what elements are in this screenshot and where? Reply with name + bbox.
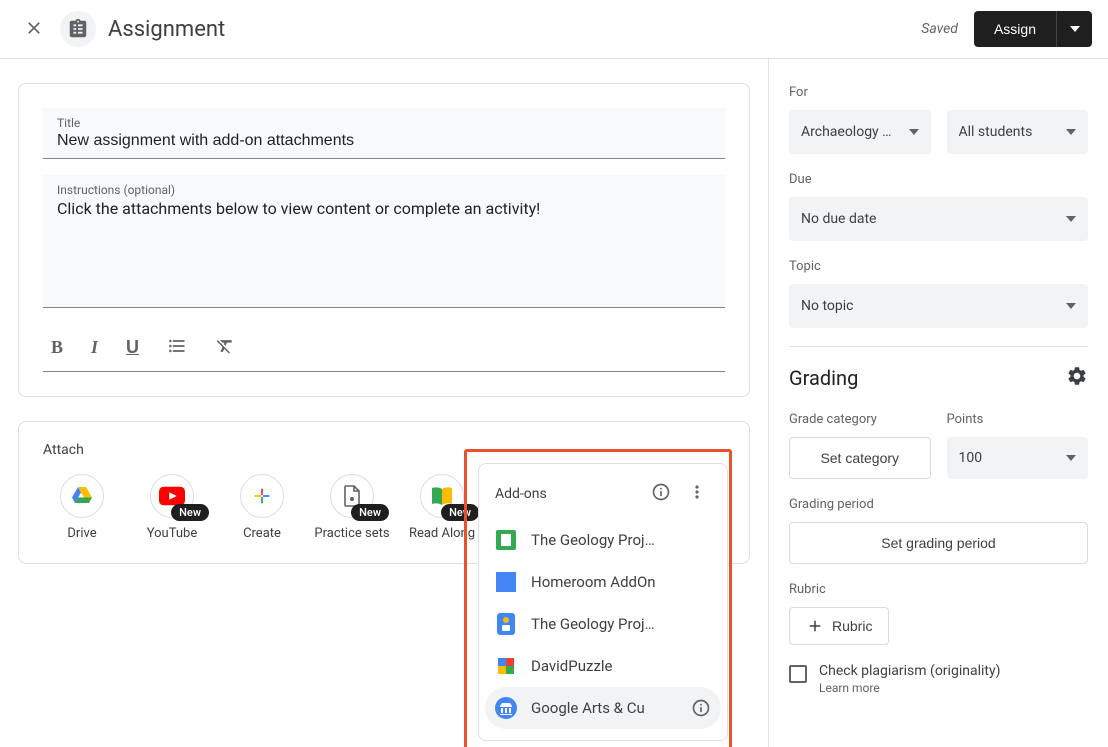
list-button[interactable] [163,332,191,363]
instructions-input[interactable]: Click the attachments below to view cont… [57,199,711,299]
addon-item[interactable]: Homeroom AddOn [479,561,727,603]
more-vert-icon [687,482,707,502]
attach-youtube[interactable]: New YouTube [133,474,211,543]
grading-period-label: Grading period [789,497,1088,512]
addon-icon [495,571,517,593]
addons-heading: Add-ons [495,486,639,502]
set-grading-period-button[interactable]: Set grading period [789,522,1088,564]
instructions-field[interactable]: Instructions (optional) Click the attach… [43,175,725,308]
addon-item[interactable]: Google Arts & Cu [485,687,721,729]
for-label: For [789,85,1088,100]
title-input[interactable] [57,132,711,150]
close-button[interactable] [16,10,52,49]
plagiarism-checkbox[interactable] [789,665,807,683]
topic-label: Topic [789,259,1088,274]
class-select[interactable]: Archaeology … [789,110,931,154]
grading-settings-button[interactable] [1066,365,1088,390]
clear-format-icon [215,336,235,356]
header: Assignment Saved Assign [0,0,1108,59]
new-badge: New [441,504,479,521]
caret-down-icon [909,127,919,137]
assign-dropdown-button[interactable] [1056,11,1092,47]
attach-drive[interactable]: Drive [43,474,121,543]
rubric-label: Rubric [789,582,1088,597]
addon-item[interactable]: DavidPuzzle [479,645,727,687]
addons-more-button[interactable] [683,478,711,509]
italic-icon: I [91,337,98,357]
plagiarism-label: Check plagiarism (originality) [819,663,1000,679]
youtube-icon [159,486,185,506]
caret-down-icon [1066,214,1076,224]
bold-button[interactable]: B [47,332,67,363]
bullet-list-icon [167,336,187,356]
saved-status: Saved [921,21,958,37]
info-icon [651,482,671,502]
italic-button[interactable]: I [87,332,102,363]
addons-panel: Add-ons The Geology Proj… Homeroom AddOn… [478,463,728,741]
underline-icon: U [126,337,139,357]
due-date-select[interactable]: No due date [789,197,1088,241]
new-badge: New [351,504,389,521]
attach-read-along[interactable]: New Read Along [403,474,481,543]
grading-title: Grading [789,366,858,390]
attach-heading: Attach [43,442,725,458]
caret-down-icon [1066,453,1076,463]
set-category-button[interactable]: Set category [789,437,931,479]
content-card: Title Instructions (optional) Click the … [18,83,750,397]
plus-icon [806,617,824,635]
info-icon[interactable] [691,698,711,718]
attach-practice-sets[interactable]: New Practice sets [313,474,391,543]
students-select[interactable]: All students [947,110,1089,154]
addon-icon [495,655,517,677]
title-label: Title [57,116,711,130]
format-toolbar: B I U [43,324,725,372]
points-label: Points [947,412,1089,427]
assignment-icon [60,11,96,47]
addon-item[interactable]: The Geology Proj… [479,603,727,645]
caret-down-icon [1070,24,1080,34]
close-icon [24,18,44,38]
drive-icon [70,484,94,508]
caret-down-icon [1066,301,1076,311]
learn-more-link[interactable]: Learn more [819,681,1000,695]
caret-down-icon [1066,127,1076,137]
gear-icon [1066,365,1088,387]
addon-item[interactable]: The Geology Proj… [479,519,727,561]
title-field[interactable]: Title [43,108,725,159]
rubric-button[interactable]: Rubric [789,607,889,645]
underline-button[interactable]: U [122,332,143,363]
addons-info-button[interactable] [647,478,675,509]
addon-icon [495,697,517,719]
instructions-label: Instructions (optional) [57,183,711,197]
addon-icon [495,529,517,551]
page-title: Assignment [108,17,921,42]
attach-create[interactable]: Create [223,474,301,543]
due-label: Due [789,172,1088,187]
new-badge: New [171,504,209,521]
plus-icon [251,485,273,507]
topic-select[interactable]: No topic [789,284,1088,328]
grade-category-label: Grade category [789,412,931,427]
points-select[interactable]: 100 [947,437,1089,479]
addon-icon [495,613,517,635]
assign-button[interactable]: Assign [974,11,1056,47]
bold-icon: B [51,337,63,357]
clear-format-button[interactable] [211,332,239,363]
